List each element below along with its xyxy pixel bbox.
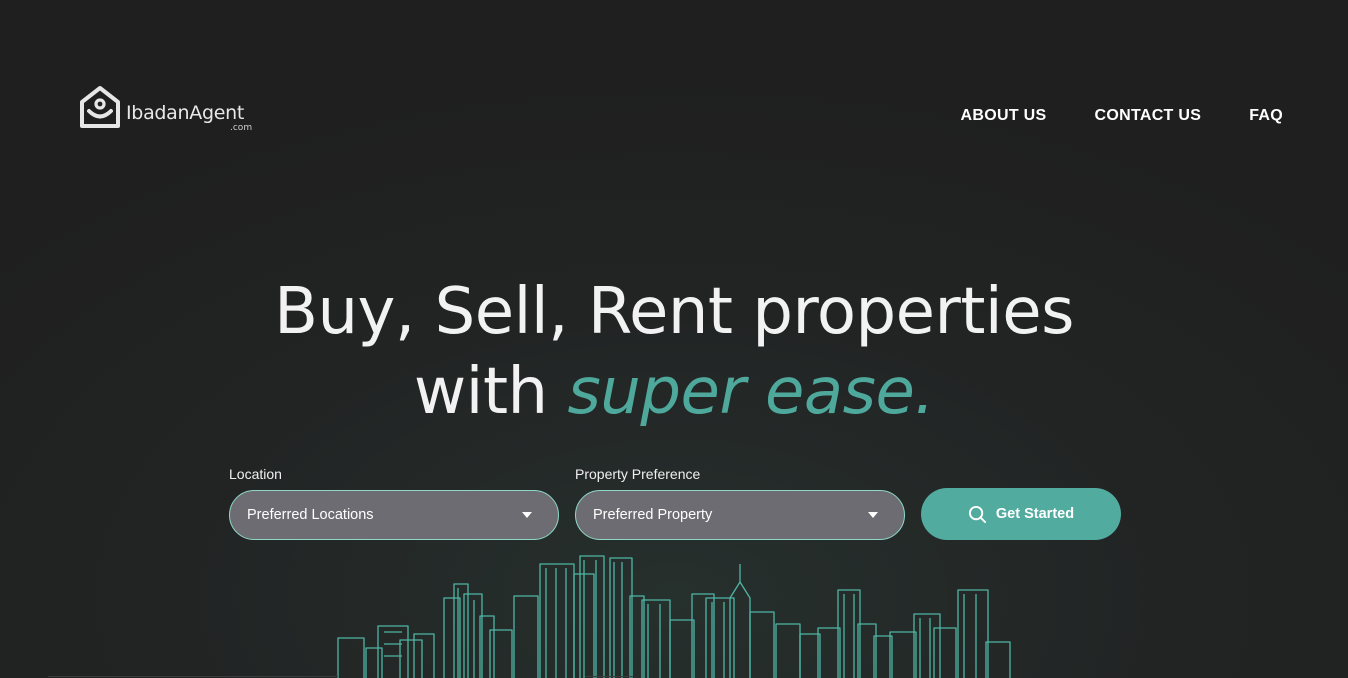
hero-line-2-prefix: with bbox=[413, 355, 568, 429]
brand-logo[interactable]: IbadanAgent .com bbox=[78, 84, 256, 133]
hero-line-1: Buy, Sell, Rent properties bbox=[274, 275, 1074, 349]
main-nav: ABOUT US CONTACT US FAQ bbox=[961, 107, 1283, 125]
chevron-down-icon bbox=[868, 512, 878, 518]
chevron-down-icon bbox=[522, 512, 532, 518]
hero-heading: Buy, Sell, Rent properties with super ea… bbox=[0, 272, 1348, 432]
nav-about-us[interactable]: ABOUT US bbox=[961, 107, 1047, 125]
search-icon bbox=[968, 505, 986, 523]
city-skyline-illustration bbox=[337, 555, 1011, 678]
home-person-logo-icon bbox=[80, 86, 120, 128]
brand-wordmark: IbadanAgent .com bbox=[126, 84, 256, 133]
location-select[interactable]: Preferred Locations bbox=[229, 490, 559, 540]
property-preference-label: Property Preference bbox=[575, 466, 701, 482]
nav-faq[interactable]: FAQ bbox=[1249, 107, 1283, 125]
get-started-label: Get Started bbox=[995, 506, 1075, 522]
hero-line-2-accent: super ease. bbox=[567, 355, 935, 429]
property-select-value: Preferred Property bbox=[593, 507, 713, 523]
get-started-button[interactable]: Get Started bbox=[921, 488, 1121, 540]
scroll-divider-secondary bbox=[585, 676, 633, 677]
location-select-value: Preferred Locations bbox=[247, 507, 374, 523]
property-preference-select[interactable]: Preferred Property bbox=[575, 490, 905, 540]
brand-name: IbadanAgent bbox=[126, 102, 244, 124]
location-label: Location bbox=[229, 466, 282, 482]
brand-tld: .com bbox=[230, 123, 253, 133]
scroll-divider bbox=[48, 676, 338, 677]
nav-contact-us[interactable]: CONTACT US bbox=[1095, 107, 1202, 125]
